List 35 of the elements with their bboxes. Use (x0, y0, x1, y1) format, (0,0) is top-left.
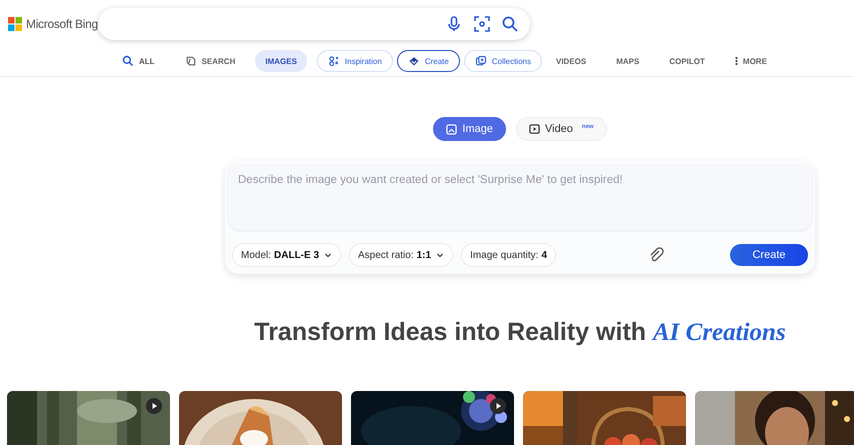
shapes-icon (328, 55, 340, 67)
nav-tab[interactable]: MAPS (606, 50, 650, 72)
create-button[interactable]: Create (730, 244, 808, 266)
option-dropdown[interactable]: Image quantity: 4 (461, 243, 556, 267)
nav-tab[interactable]: ALL (112, 50, 165, 72)
paperclip-icon[interactable] (648, 247, 664, 263)
headline: Transform Ideas into Reality with AI Creations (254, 318, 786, 347)
caret-icon (436, 251, 444, 259)
logo-text: Microsoft Bing (26, 17, 98, 31)
more-icon (734, 56, 738, 66)
option-dropdown[interactable]: Model: DALL-E 3 (232, 243, 342, 267)
nav-tab[interactable]: Collections (464, 50, 542, 72)
nav-tab[interactable]: IMAGES (255, 50, 307, 72)
search-icon[interactable] (502, 16, 518, 32)
pen-icon (184, 55, 197, 67)
video-icon (528, 124, 540, 134)
nav-tab[interactable]: SEARCH (174, 50, 246, 72)
visual-search-icon[interactable] (474, 16, 490, 32)
diamond-icon (408, 55, 420, 67)
collections-icon (474, 55, 487, 67)
nav-tab[interactable]: VIDEOS (546, 50, 596, 72)
nav-tab[interactable]: COPILOT (659, 50, 715, 72)
play-icon[interactable] (146, 398, 162, 414)
nav-tab[interactable]: Create (396, 50, 460, 72)
play-icon[interactable] (490, 398, 506, 414)
search-icon (122, 55, 134, 67)
image-icon (446, 124, 458, 134)
nav-tab[interactable]: Inspiration (316, 50, 393, 72)
prompt-field[interactable]: Describe the image you want created or select 'Surprise Me' to get inspired! (228, 164, 812, 230)
option-dropdown[interactable]: Aspect ratio: 1:1 (349, 243, 454, 267)
logo-icon (8, 17, 22, 31)
caret-icon (324, 251, 332, 259)
mode-tab[interactable]: Image (433, 117, 506, 141)
nav-tab[interactable]: MORE (724, 50, 777, 72)
microphone-icon[interactable] (446, 16, 462, 32)
